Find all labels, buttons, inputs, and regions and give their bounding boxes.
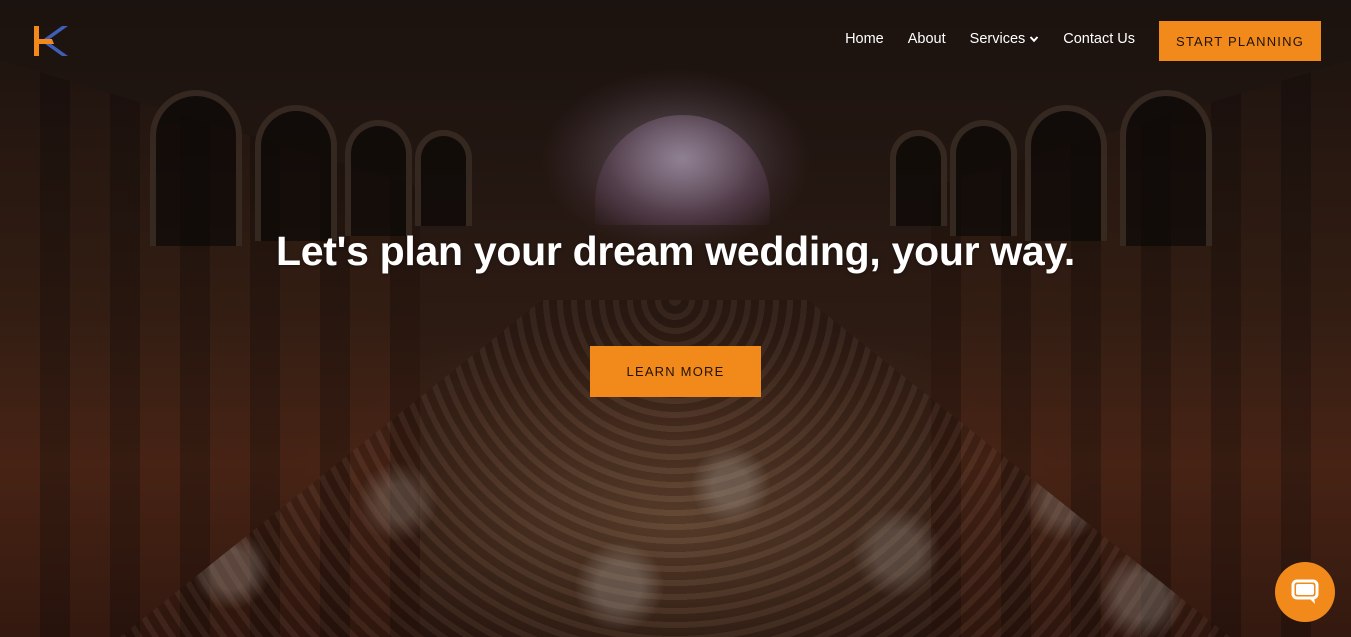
hero-headline: Let's plan your dream wedding, your way. — [276, 228, 1075, 274]
start-planning-button[interactable]: START PLANNING — [1159, 21, 1321, 61]
learn-more-button[interactable]: LEARN MORE — [590, 346, 761, 397]
chat-bubble-icon — [1291, 579, 1319, 604]
nav-home-label: Home — [845, 31, 884, 47]
nav-services-label: Services — [969, 31, 1026, 47]
nav-contact-us[interactable]: Contact Us — [1063, 31, 1135, 47]
nav-about[interactable]: About — [908, 31, 946, 47]
chevron-down-icon — [1030, 36, 1039, 43]
nav-about-label: About — [907, 31, 946, 47]
hero-section: Home About Services Contact Us START PLA… — [0, 0, 1351, 637]
chat-widget-button[interactable] — [1275, 562, 1335, 622]
nav-services[interactable]: Services — [970, 31, 1040, 47]
main-nav: Home About Services Contact Us — [845, 31, 1135, 47]
nav-home[interactable]: Home — [845, 31, 884, 47]
k-monogram-logo[interactable] — [32, 24, 68, 58]
nav-contact-label: Contact Us — [1063, 31, 1135, 47]
